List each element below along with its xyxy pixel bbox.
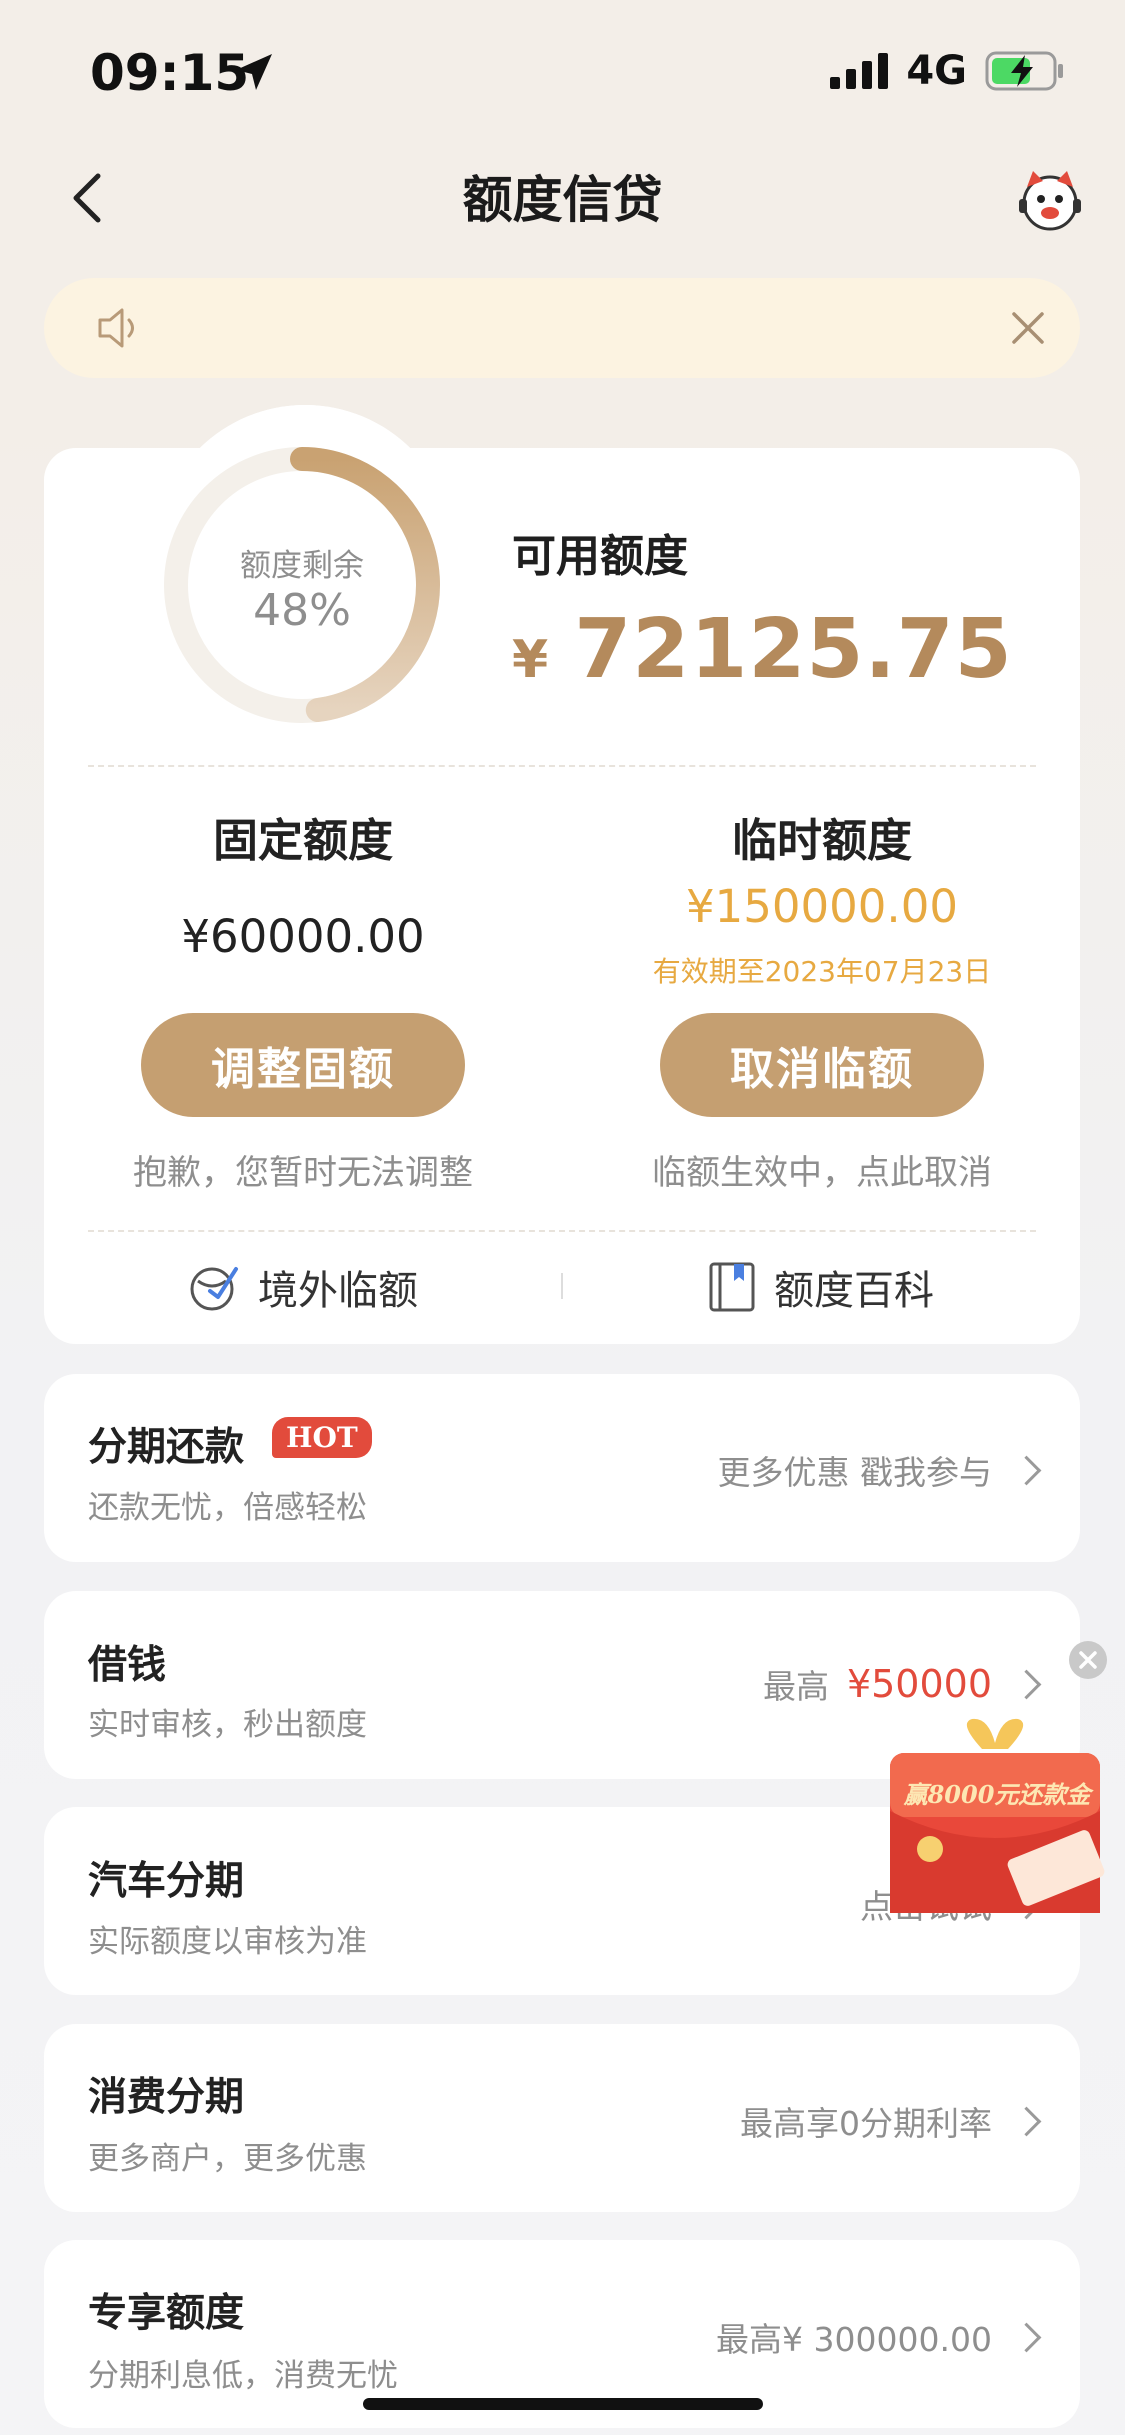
borrow-title: 借钱 bbox=[88, 1643, 167, 1688]
exclusive-limit-right[interactable]: 最高¥ 300000.00 bbox=[716, 2313, 1042, 2361]
borrow-max-label: 最高 bbox=[762, 1667, 829, 1706]
chevron-right-icon bbox=[1011, 1669, 1042, 1699]
borrow-max-amount: ¥50000 bbox=[846, 1662, 992, 1706]
divider bbox=[88, 765, 1036, 767]
fixed-limit-title: 固定额度 bbox=[212, 814, 393, 867]
book-icon bbox=[709, 1262, 755, 1312]
promo-floating-widget[interactable]: 赢8000元还款金 bbox=[862, 1715, 1122, 1925]
mascot-service-icon[interactable] bbox=[1015, 165, 1085, 235]
consumer-installment-promo: 最高享0分期利率 bbox=[740, 2104, 992, 2143]
link-separator bbox=[561, 1273, 563, 1299]
available-amount: 72125.75 bbox=[574, 602, 1013, 697]
currency-symbol: ¥ bbox=[512, 630, 549, 690]
consumer-installment-right[interactable]: 最高享0分期利率 bbox=[740, 2097, 1042, 2145]
promo-text: 赢8000元还款金 bbox=[903, 1780, 1091, 1809]
close-icon[interactable] bbox=[1008, 308, 1048, 348]
consumer-installment-title: 消费分期 bbox=[88, 2075, 245, 2120]
exclusive-limit-title: 专享额度 bbox=[88, 2291, 245, 2336]
cancel-hint[interactable]: 临额生效中，点此取消 bbox=[562, 1145, 1082, 1194]
speaker-icon bbox=[98, 308, 134, 348]
borrow-subtitle: 实时审核，秒出额度 bbox=[88, 1707, 367, 1743]
installment-repay-title: 分期还款 bbox=[88, 1425, 245, 1470]
status-right: 4G bbox=[830, 48, 1065, 94]
hot-badge: HOT bbox=[272, 1417, 372, 1458]
exclusive-limit-max: 最高¥ 300000.00 bbox=[716, 2320, 992, 2359]
car-installment-title: 汽车分期 bbox=[88, 1859, 245, 1904]
car-installment-subtitle: 实际额度以审核为准 bbox=[88, 1924, 367, 1960]
installment-repay-subtitle: 还款无忧，倍感轻松 bbox=[88, 1490, 367, 1526]
overseas-temp-link[interactable]: 境外临额 bbox=[188, 1258, 418, 1316]
limit-wiki-link[interactable]: 额度百科 bbox=[708, 1258, 934, 1316]
temp-limit-title: 临时额度 bbox=[731, 814, 912, 867]
location-arrow-icon bbox=[236, 54, 272, 90]
overseas-temp-label: 境外临额 bbox=[258, 1268, 418, 1314]
ring-percent: 48% bbox=[253, 585, 351, 636]
adjust-hint: 抱歉，您暂时无法调整 bbox=[133, 1153, 473, 1193]
consumer-installment-subtitle: 更多商户，更多优惠 bbox=[88, 2141, 367, 2177]
ring-label: 额度剩余 bbox=[240, 548, 364, 584]
temp-limit-amount: ¥150000.00 bbox=[686, 880, 958, 933]
fixed-limit-amount: ¥60000.00 bbox=[181, 910, 425, 963]
promo-close-icon[interactable] bbox=[1068, 1640, 1108, 1680]
available-title: 可用额度 bbox=[512, 531, 688, 582]
chevron-right-icon bbox=[1011, 2106, 1042, 2136]
temp-limit-validity: 有效期至2023年07月23日 bbox=[652, 955, 992, 988]
page-title: 额度信贷 bbox=[462, 171, 663, 229]
cancel-temp-button[interactable]: 取消临额 bbox=[660, 1013, 984, 1117]
globe-plane-icon bbox=[190, 1267, 238, 1311]
available-amount-row: ¥ 72125.75 bbox=[512, 602, 1013, 697]
divider bbox=[88, 1230, 1036, 1232]
notice-bar[interactable] bbox=[44, 278, 1080, 378]
borrow-right[interactable]: 最高 ¥50000 bbox=[762, 1660, 1042, 1708]
exclusive-limit-subtitle: 分期利息低，消费无忧 bbox=[88, 2358, 398, 2394]
network-label: 4G bbox=[906, 48, 967, 94]
home-indicator bbox=[363, 2398, 763, 2410]
installment-repay-promo: 更多优惠 戳我参与 bbox=[717, 1453, 993, 1492]
adjust-fixed-button[interactable]: 调整固额 bbox=[141, 1013, 465, 1117]
installment-repay-right[interactable]: 更多优惠 戳我参与 bbox=[717, 1446, 1042, 1494]
chevron-right-icon bbox=[1011, 2322, 1042, 2352]
status-time: 09:15 bbox=[90, 44, 250, 102]
battery-charging-icon bbox=[985, 51, 1063, 91]
limit-wiki-label: 额度百科 bbox=[774, 1268, 934, 1314]
chevron-right-icon bbox=[1011, 1455, 1042, 1485]
signal-icon bbox=[830, 53, 889, 89]
red-envelope-icon bbox=[890, 1718, 1105, 1913]
